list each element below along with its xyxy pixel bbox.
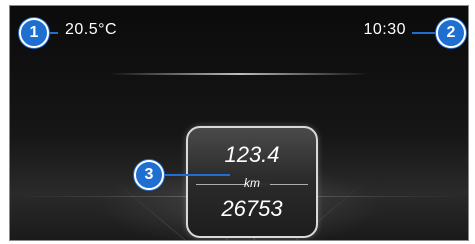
trip-distance: 123.4 [224,142,280,167]
trip-odometer-card: 123.4 km 26753 [186,126,318,238]
horizon-divider [110,73,368,75]
outside-temperature: 20.5°C [65,21,118,38]
odometer-total: 26753 [221,196,283,221]
distance-unit: km [244,176,260,190]
callout-3-badge: 3 [134,160,164,190]
callout-1-badge: 1 [19,18,49,48]
callout-2-leader [412,32,436,34]
callout-3-leader [160,174,230,176]
instrument-display: 20.5°C 10:30 123.4 km 26753 [9,5,469,241]
clock: 10:30 [363,21,406,38]
callout-2-badge: 2 [436,18,466,48]
